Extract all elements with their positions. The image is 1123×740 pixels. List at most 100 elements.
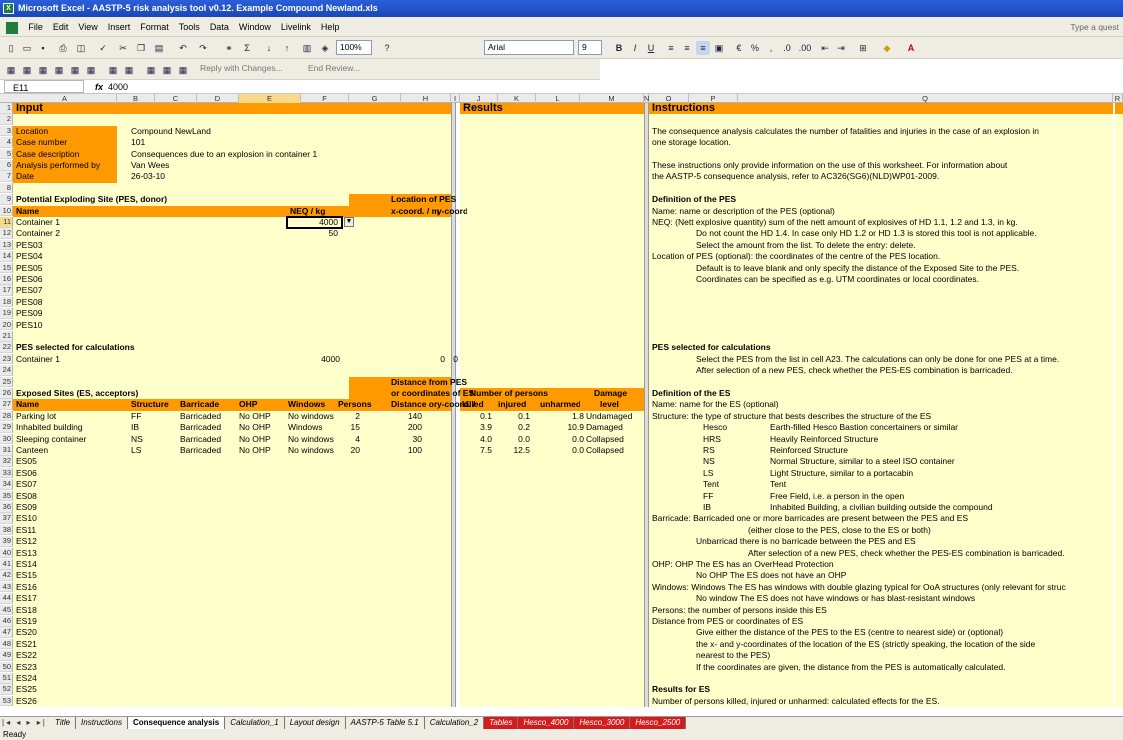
row-header[interactable]: 45	[0, 604, 13, 616]
column-header-d[interactable]: D	[197, 94, 239, 103]
end-review-button[interactable]: End Review...	[308, 63, 360, 73]
column-header-c[interactable]: C	[155, 94, 197, 103]
name-box[interactable]: E11	[4, 80, 84, 93]
column-header-k[interactable]: K	[498, 94, 536, 103]
es-name-cell[interactable]: ES26	[16, 696, 116, 707]
es-persons-cell[interactable]: 20	[320, 445, 360, 456]
row-header[interactable]: 13	[0, 239, 13, 251]
sheet-tab[interactable]: Consequence analysis	[127, 717, 226, 729]
row-header[interactable]: 30	[0, 433, 13, 445]
pes-name-cell[interactable]: PES06	[16, 274, 116, 285]
row-header[interactable]: 21	[0, 331, 13, 342]
row-header[interactable]: 43	[0, 581, 13, 593]
row-header[interactable]: 41	[0, 559, 13, 570]
es-name-cell[interactable]: ES23	[16, 662, 116, 673]
drawing-icon[interactable]: ◈	[318, 41, 332, 55]
row-header[interactable]: 42	[0, 570, 13, 582]
row-header[interactable]: 36	[0, 502, 13, 513]
pes-name-cell[interactable]: Container 2	[16, 228, 116, 239]
es-name-cell[interactable]: ES17	[16, 593, 116, 604]
es-persons-cell[interactable]: 2	[320, 411, 360, 422]
pes-neq-cell[interactable]	[239, 320, 340, 331]
column-header-p[interactable]: P	[689, 94, 738, 103]
sort-desc-icon[interactable]: ↑	[280, 41, 294, 55]
column-header-r[interactable]: R	[1113, 94, 1123, 103]
undo-icon[interactable]: ↶	[176, 41, 190, 55]
align-left-icon[interactable]: ≡	[664, 41, 678, 55]
es-name-cell[interactable]: ES11	[16, 525, 116, 536]
es-name-cell[interactable]: ES09	[16, 502, 116, 513]
column-header-f[interactable]: F	[301, 94, 349, 103]
pes-neq-cell[interactable]	[239, 297, 340, 308]
pes-name-cell[interactable]: PES08	[16, 297, 116, 308]
chart-icon[interactable]: ▥	[300, 41, 314, 55]
copy-icon[interactable]: ❐	[134, 41, 148, 55]
pes-neq-cell[interactable]	[239, 274, 340, 285]
vsplit-n[interactable]	[644, 103, 649, 707]
dropdown-arrow-icon[interactable]: ▼	[344, 217, 354, 227]
open-icon[interactable]: ▭	[20, 41, 34, 55]
es-name-cell[interactable]: ES05	[16, 456, 116, 467]
review-icon[interactable]: ▦	[122, 63, 136, 77]
menu-insert[interactable]: Insert	[103, 17, 136, 37]
row-header[interactable]: 7	[0, 171, 13, 183]
row-header[interactable]: 39	[0, 536, 13, 547]
column-header-l[interactable]: L	[536, 94, 580, 103]
es-ohp-cell[interactable]: No OHP	[239, 411, 283, 422]
es-distance-cell[interactable]: 200	[372, 422, 422, 433]
sheet-tab[interactable]: Layout design	[285, 717, 346, 729]
row-header[interactable]: 52	[0, 684, 13, 696]
menu-livelink[interactable]: Livelink	[276, 17, 316, 37]
sheet-tab[interactable]: Calculation_1	[225, 717, 285, 729]
row-header[interactable]: 24	[0, 365, 13, 376]
row-header[interactable]: 4	[0, 137, 13, 148]
es-name-cell[interactable]: ES25	[16, 684, 116, 695]
spelling-icon[interactable]: ✓	[96, 41, 110, 55]
review-icon[interactable]: ▦	[176, 63, 190, 77]
row-header[interactable]: 27	[0, 399, 13, 411]
new-icon[interactable]: ▯	[4, 41, 18, 55]
row-header[interactable]: 20	[0, 319, 13, 331]
menu-format[interactable]: Format	[135, 17, 174, 37]
pes-neq-cell[interactable]	[239, 308, 340, 319]
row-header[interactable]: 23	[0, 353, 13, 365]
es-structure-cell[interactable]: LS	[131, 445, 179, 456]
row-header[interactable]: 10	[0, 205, 13, 217]
es-name-cell[interactable]: Parking lot	[16, 411, 116, 422]
sheet-nav-icon[interactable]: |◂ ◂ ▸ ▸|	[2, 717, 47, 729]
sheet-tab[interactable]: Hesco_4000	[518, 717, 575, 729]
row-header[interactable]: 16	[0, 274, 13, 285]
menu-tools[interactable]: Tools	[174, 17, 205, 37]
font-color-icon[interactable]: A	[904, 41, 918, 55]
review-icon[interactable]: ▦	[144, 63, 158, 77]
es-name-cell[interactable]: Sleeping container	[16, 434, 116, 445]
es-barricade-cell[interactable]: Barricaded	[180, 445, 232, 456]
es-name-cell[interactable]: ES14	[16, 559, 116, 570]
row-header[interactable]: 31	[0, 445, 13, 456]
sheet-tab[interactable]: Instructions	[76, 717, 128, 729]
es-name-cell[interactable]: ES22	[16, 650, 116, 661]
review-icon[interactable]: ▦	[52, 63, 66, 77]
preview-icon[interactable]: ◫	[74, 41, 88, 55]
column-header-j[interactable]: J	[460, 94, 498, 103]
document-icon[interactable]	[6, 21, 18, 34]
percent-icon[interactable]: %	[748, 41, 762, 55]
decrease-decimal-icon[interactable]: .00	[798, 41, 812, 55]
es-barricade-cell[interactable]: Barricaded	[180, 422, 232, 433]
es-distance-cell[interactable]: 100	[372, 445, 422, 456]
increase-decimal-icon[interactable]: .0	[780, 41, 794, 55]
merge-center-icon[interactable]: ▣	[712, 41, 726, 55]
row-header[interactable]: 49	[0, 650, 13, 661]
sheet-tab[interactable]: Title	[50, 717, 77, 729]
column-header-g[interactable]: G	[349, 94, 401, 103]
sheet-tab[interactable]: AASTP-5 Table 5.1	[346, 717, 425, 729]
worksheet-grid[interactable]: 1 2 3 4 5 6 7 8 9 10 11 12 13 14 15 16 17 18 19 20 21 22 23 24 2…	[0, 103, 1123, 707]
row-header[interactable]: 33	[0, 467, 13, 479]
es-name-cell[interactable]: ES18	[16, 605, 116, 616]
es-name-cell[interactable]: ES15	[16, 570, 116, 581]
row-header[interactable]: 48	[0, 638, 13, 650]
print-icon[interactable]: ⎙	[56, 41, 70, 55]
row-header[interactable]: 32	[0, 456, 13, 468]
currency-icon[interactable]: €	[732, 41, 746, 55]
pes-name-cell[interactable]: PES03	[16, 240, 116, 251]
